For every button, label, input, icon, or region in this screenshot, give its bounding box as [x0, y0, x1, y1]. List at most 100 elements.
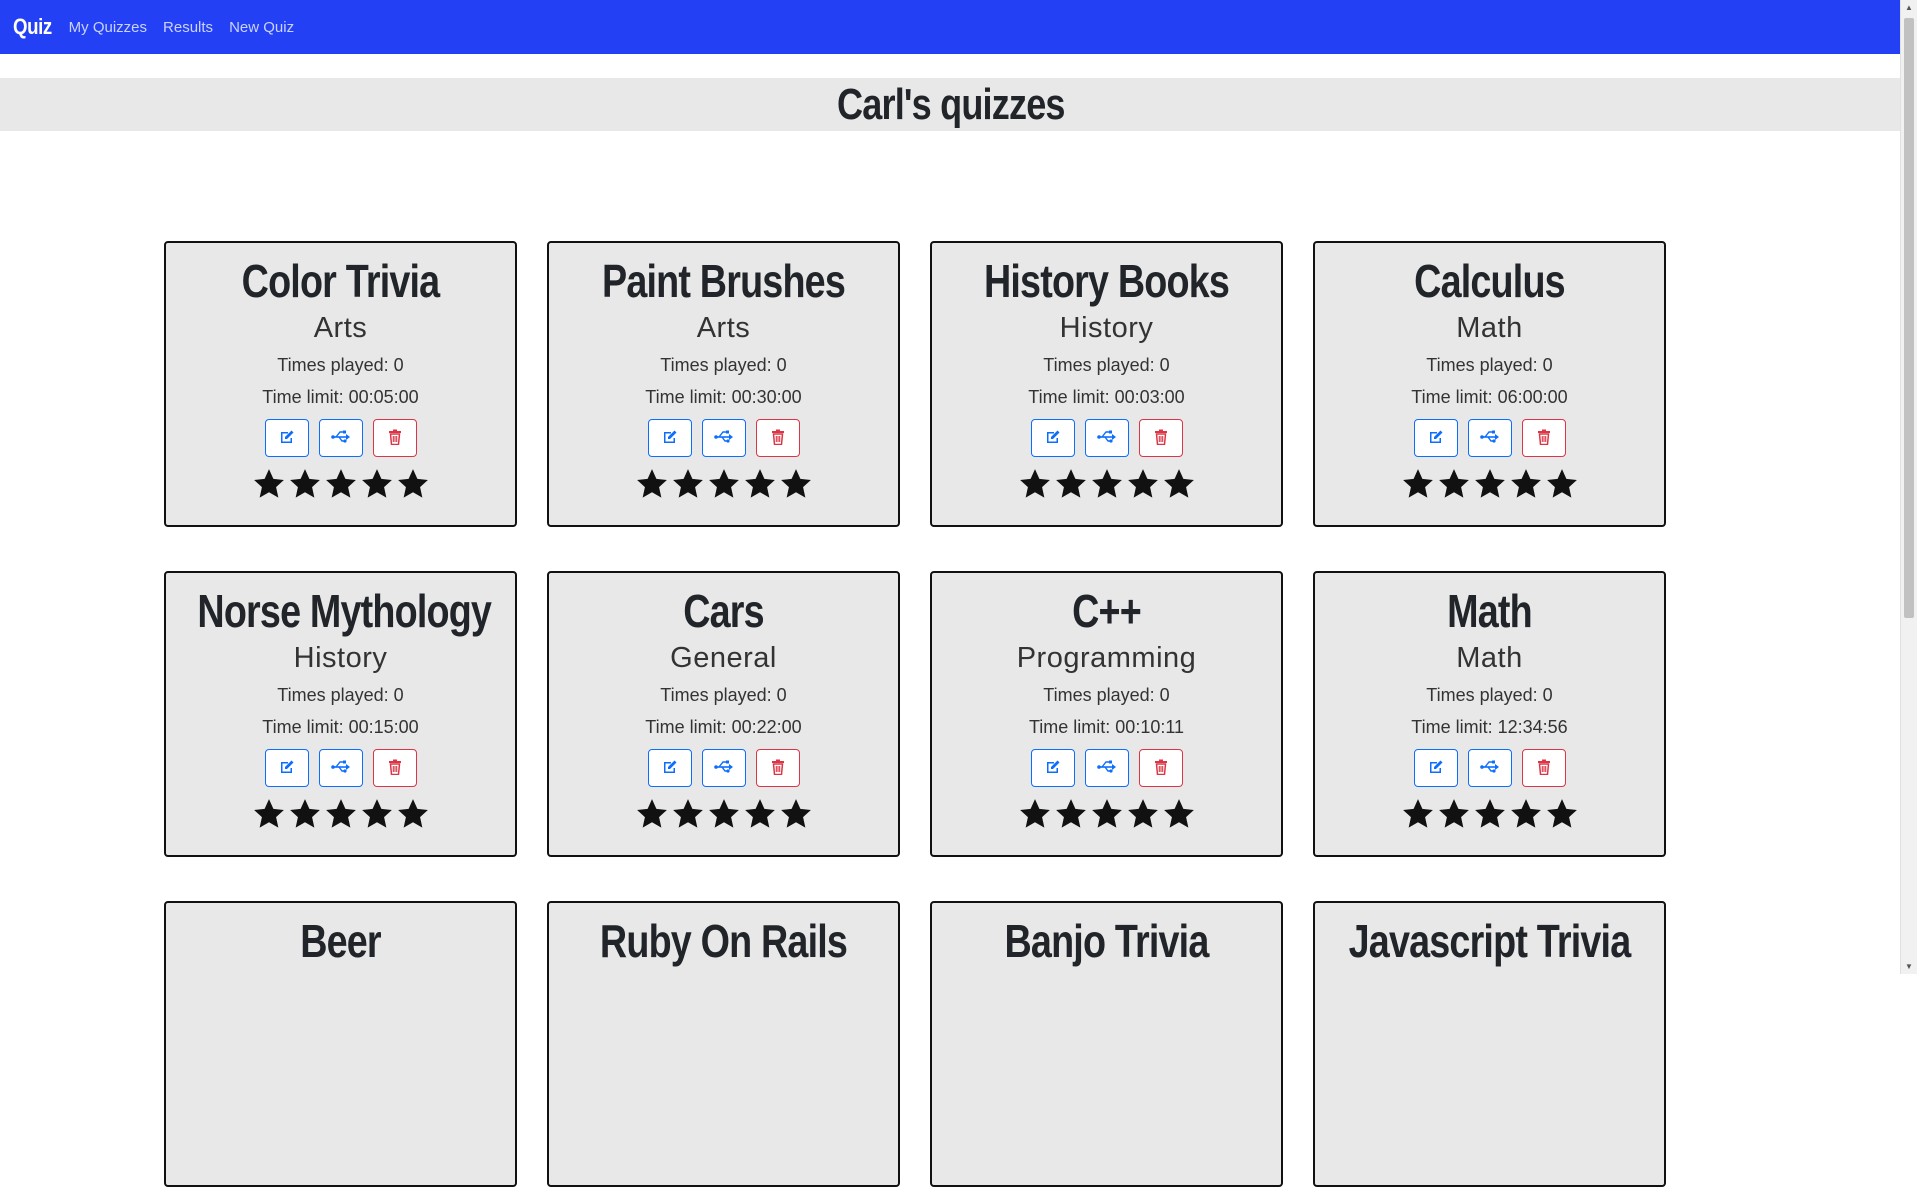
star-icon[interactable] — [396, 467, 430, 506]
star-icon[interactable] — [1126, 797, 1160, 836]
star-icon[interactable] — [1509, 467, 1543, 506]
edit-button[interactable] — [647, 419, 692, 457]
edit-button[interactable] — [264, 749, 309, 787]
delete-button[interactable] — [755, 419, 800, 457]
star-icon[interactable] — [1162, 467, 1196, 506]
quiz-category: Arts — [696, 312, 751, 344]
nav-link-results[interactable]: Results — [163, 19, 213, 36]
star-icon[interactable] — [1054, 797, 1088, 836]
star-icon[interactable] — [635, 467, 669, 506]
star-icon[interactable] — [360, 467, 394, 506]
star-icon[interactable] — [324, 467, 358, 506]
vertical-scrollbar[interactable]: ▲ ▼ — [1900, 0, 1917, 974]
star-icon[interactable] — [671, 797, 705, 836]
quiz-category: General — [670, 642, 777, 674]
star-icon[interactable] — [1437, 797, 1471, 836]
edit-icon — [1428, 759, 1444, 778]
delete-button[interactable] — [1138, 419, 1183, 457]
scrollbar-thumb[interactable] — [1904, 18, 1914, 618]
star-icon[interactable] — [360, 797, 394, 836]
quiz-title: Banjo Trivia — [1004, 915, 1210, 967]
trash-icon — [1154, 429, 1168, 448]
star-icon[interactable] — [1054, 467, 1088, 506]
quiz-rating — [549, 797, 898, 836]
delete-button[interactable] — [372, 419, 417, 457]
star-icon[interactable] — [1509, 797, 1543, 836]
star-icon[interactable] — [252, 467, 286, 506]
quiz-times-played: Times played: 0 — [660, 685, 787, 705]
star-icon[interactable] — [1473, 797, 1507, 836]
delete-button[interactable] — [1521, 419, 1566, 457]
star-icon[interactable] — [1437, 467, 1471, 506]
share-icon — [713, 430, 734, 447]
trash-icon — [388, 759, 402, 778]
edit-button[interactable] — [1413, 419, 1458, 457]
share-button[interactable] — [318, 749, 363, 787]
edit-button[interactable] — [1413, 749, 1458, 787]
scroll-up-icon[interactable]: ▲ — [1905, 3, 1913, 12]
quiz-title: C++ — [1072, 585, 1142, 637]
star-icon[interactable] — [1018, 797, 1052, 836]
share-button[interactable] — [1084, 419, 1129, 457]
star-icon[interactable] — [743, 467, 777, 506]
quiz-actions — [166, 419, 515, 457]
star-icon[interactable] — [707, 467, 741, 506]
share-button[interactable] — [701, 419, 746, 457]
quiz-rating — [932, 797, 1281, 836]
quiz-times-played: Times played: 0 — [1426, 685, 1553, 705]
star-icon[interactable] — [635, 797, 669, 836]
quiz-card: Norse Mythology History Times played: 0 Tim… — [164, 571, 517, 857]
star-icon[interactable] — [1545, 797, 1579, 836]
star-icon[interactable] — [1545, 467, 1579, 506]
edit-button[interactable] — [264, 419, 309, 457]
share-button[interactable] — [1467, 419, 1512, 457]
quiz-rating — [1315, 467, 1664, 506]
share-button[interactable] — [1084, 749, 1129, 787]
star-icon[interactable] — [288, 467, 322, 506]
quiz-title: Cars — [683, 585, 764, 637]
quiz-card: Beer — [164, 901, 517, 1187]
share-button[interactable] — [1467, 749, 1512, 787]
brand-logo[interactable]: Quiz — [13, 14, 52, 40]
star-icon[interactable] — [779, 467, 813, 506]
star-icon[interactable] — [324, 797, 358, 836]
star-icon[interactable] — [288, 797, 322, 836]
star-icon[interactable] — [252, 797, 286, 836]
star-icon[interactable] — [743, 797, 777, 836]
quiz-rating — [932, 467, 1281, 506]
star-icon[interactable] — [1473, 467, 1507, 506]
share-button[interactable] — [318, 419, 363, 457]
star-icon[interactable] — [671, 467, 705, 506]
share-button[interactable] — [701, 749, 746, 787]
star-icon[interactable] — [396, 797, 430, 836]
delete-button[interactable] — [1138, 749, 1183, 787]
edit-button[interactable] — [647, 749, 692, 787]
star-icon[interactable] — [1018, 467, 1052, 506]
delete-button[interactable] — [372, 749, 417, 787]
star-icon[interactable] — [707, 797, 741, 836]
star-icon[interactable] — [779, 797, 813, 836]
quiz-title: History Books — [983, 255, 1230, 307]
delete-button[interactable] — [1521, 749, 1566, 787]
star-icon[interactable] — [1090, 797, 1124, 836]
quiz-card: Ruby On Rails — [547, 901, 900, 1187]
quiz-card: Javascript Trivia — [1313, 901, 1666, 1187]
trash-icon — [1537, 759, 1551, 778]
nav-link-new-quiz[interactable]: New Quiz — [229, 19, 294, 36]
edit-button[interactable] — [1030, 749, 1075, 787]
nav-link-my-quizzes[interactable]: My Quizzes — [69, 19, 147, 36]
star-icon[interactable] — [1401, 797, 1435, 836]
page-title: Carl's quizzes — [836, 79, 1066, 129]
star-icon[interactable] — [1401, 467, 1435, 506]
scroll-down-icon[interactable]: ▼ — [1905, 962, 1913, 971]
star-icon[interactable] — [1090, 467, 1124, 506]
quiz-times-played: Times played: 0 — [1043, 355, 1170, 375]
edit-button[interactable] — [1030, 419, 1075, 457]
star-icon[interactable] — [1126, 467, 1160, 506]
quiz-card: Color Trivia Arts Times played: 0 Time limi… — [164, 241, 517, 527]
delete-button[interactable] — [755, 749, 800, 787]
edit-icon — [662, 429, 678, 448]
star-icon[interactable] — [1162, 797, 1196, 836]
quiz-time-limit: Time limit: 06:00:00 — [1411, 387, 1568, 407]
quiz-time-limit: Time limit: 00:22:00 — [645, 717, 802, 737]
